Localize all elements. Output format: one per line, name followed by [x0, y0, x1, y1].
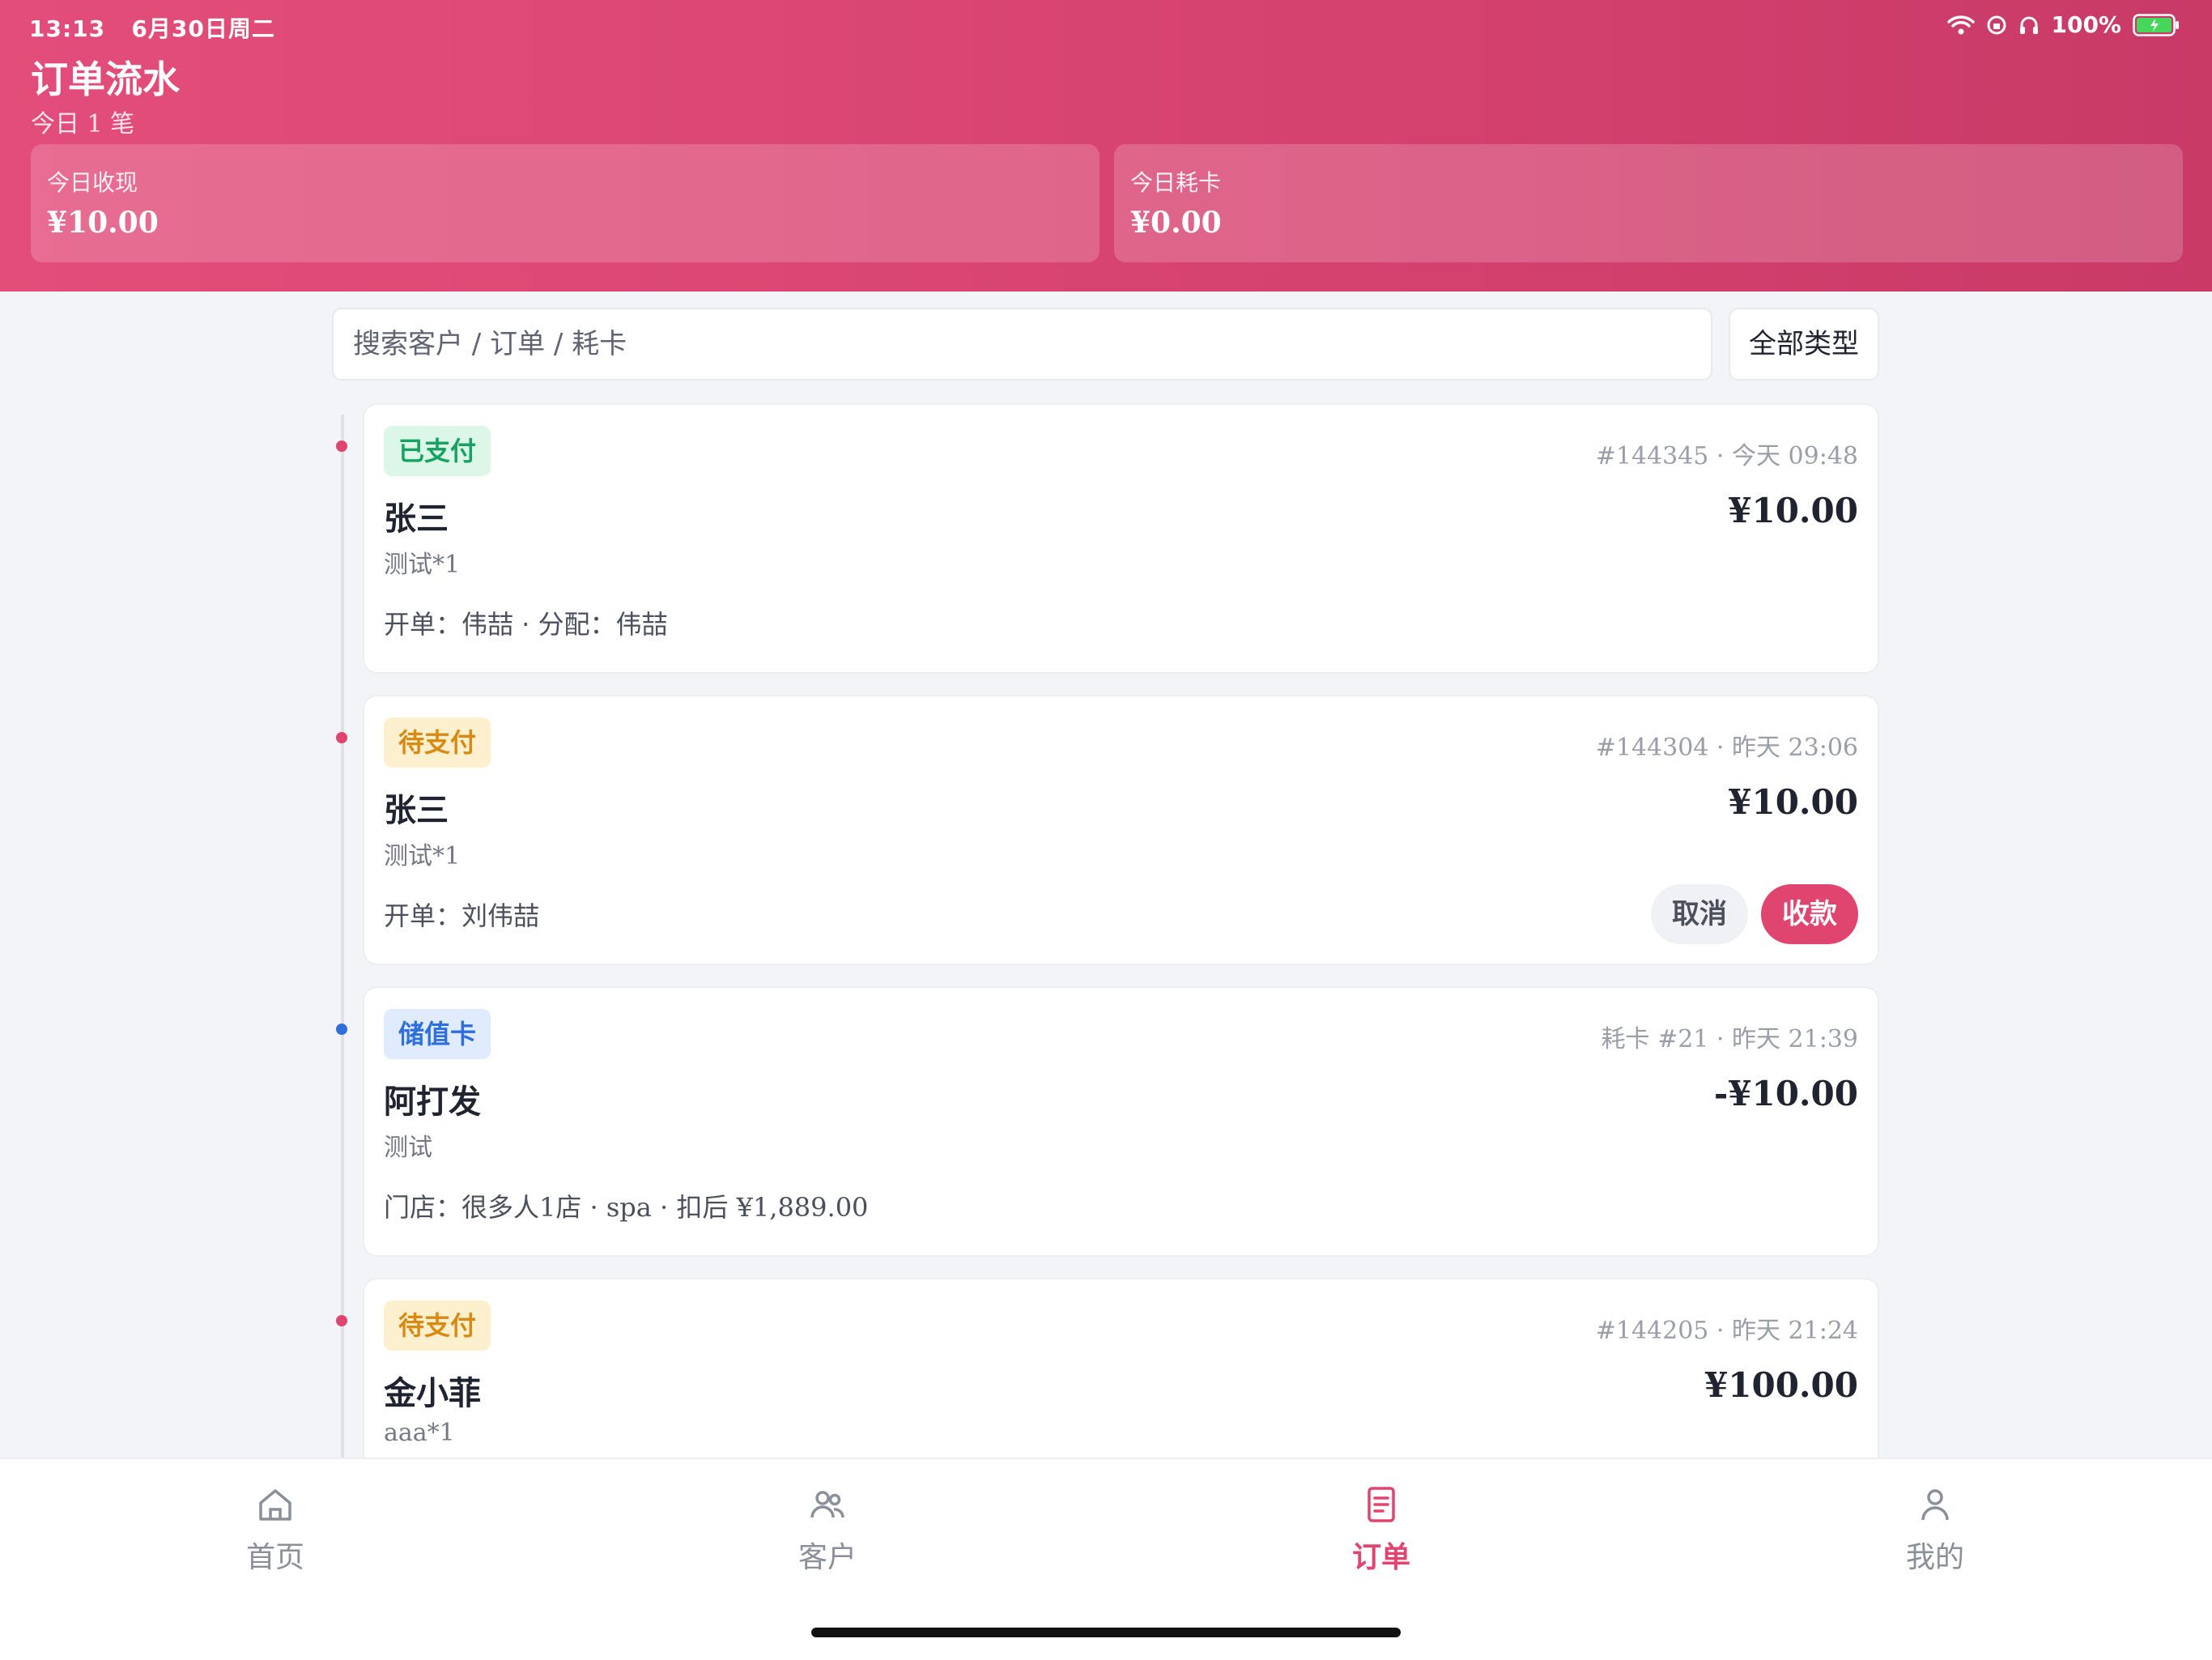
stat-label: 今日收现	[47, 169, 138, 196]
timeline-dot	[336, 441, 347, 452]
home-icon	[259, 1489, 291, 1521]
orientation-lock-icon	[1987, 15, 2006, 34]
status-time: 13:13	[29, 15, 106, 42]
status-badge: 待支付	[384, 1300, 491, 1351]
timeline-dot	[336, 732, 347, 743]
tab-label: 首页	[245, 1541, 304, 1574]
status-badge: 已支付	[384, 426, 491, 476]
order-meta: #144345 · 今天 09:48	[1595, 442, 1858, 470]
order-meta: #144304 · 昨天 23:06	[1595, 734, 1858, 762]
battery-percent: 100%	[2051, 11, 2121, 38]
tab-label: 订单	[1351, 1541, 1410, 1574]
timeline-line	[341, 415, 344, 1459]
status-badge: 待支付	[384, 717, 491, 768]
order-card[interactable]: 待支付 #144304 · 昨天 23:06 张三 ¥10.00 测试*1 开单…	[363, 695, 1879, 965]
customer-name: 张三	[384, 792, 449, 829]
wifi-icon	[1947, 15, 1976, 34]
type-filter-button[interactable]: 全部类型	[1729, 308, 1879, 381]
status-indicators: 100%	[1947, 11, 2180, 38]
battery-icon	[2133, 13, 2179, 36]
status-bar: 13:13 6月30日周二	[29, 11, 275, 44]
order-detail: 开单：刘伟喆	[384, 900, 540, 931]
order-item: 测试*1	[384, 842, 461, 870]
cancel-button[interactable]: 取消	[1651, 884, 1748, 944]
headphones-icon	[2020, 16, 2039, 34]
page-subtitle: 今日 1 笔	[31, 110, 135, 138]
customer-name: 金小菲	[384, 1375, 481, 1412]
customers-icon	[810, 1491, 844, 1518]
stat-value: ¥10.00	[47, 206, 159, 240]
header: 13:13 6月30日周二 100% 订单流水 今日 1 笔 今日收现 ¥10.…	[0, 0, 2212, 292]
order-detail: 门店：很多人1店 · spa · 扣后 ¥1,889.00	[384, 1192, 869, 1223]
tab-label: 我的	[1905, 1541, 1964, 1574]
order-card[interactable]: 储值卡 耗卡 #21 · 昨天 21:39 阿打发 -¥10.00 测试 门店：…	[363, 986, 1879, 1257]
order-meta: #144205 · 昨天 21:24	[1595, 1317, 1858, 1345]
tab-home[interactable]: 首页	[194, 1483, 356, 1576]
order-amount: ¥10.00	[1728, 782, 1858, 822]
tab-orders[interactable]: 订单	[1300, 1483, 1462, 1576]
profile-icon	[1921, 1489, 1949, 1521]
order-amount: ¥100.00	[1704, 1365, 1858, 1405]
collect-payment-button[interactable]: 收款	[1761, 884, 1858, 944]
search-input[interactable]: 搜索客户 / 订单 / 耗卡	[332, 308, 1712, 381]
order-amount: -¥10.00	[1713, 1074, 1858, 1113]
tab-customers[interactable]: 客户	[747, 1483, 908, 1576]
order-detail: 开单：伟喆 · 分配：伟喆	[384, 609, 668, 640]
order-amount: ¥10.00	[1728, 491, 1858, 530]
stat-card-card-usage: 今日耗卡 ¥0.00	[1114, 144, 2183, 262]
status-badge: 储值卡	[384, 1009, 491, 1059]
status-date: 6月30日周二	[131, 15, 275, 42]
timeline-dot	[336, 1315, 347, 1326]
order-item: 测试	[384, 1134, 432, 1162]
stat-value: ¥0.00	[1130, 206, 1222, 240]
order-card[interactable]: 已支付 #144345 · 今天 09:48 张三 ¥10.00 测试*1 开单…	[363, 403, 1879, 674]
timeline-dot	[336, 1024, 347, 1035]
stat-card-cash: 今日收现 ¥10.00	[31, 144, 1100, 262]
order-item: 测试*1	[384, 551, 461, 579]
tab-profile[interactable]: 我的	[1854, 1483, 2016, 1576]
page-title: 订单流水	[31, 57, 180, 101]
stat-label: 今日耗卡	[1130, 169, 1222, 196]
order-meta: 耗卡 #21 · 昨天 21:39	[1601, 1025, 1858, 1053]
order-item: aaa*1	[384, 1419, 455, 1447]
home-indicator	[811, 1628, 1401, 1637]
orders-icon	[1368, 1487, 1395, 1522]
customer-name: 张三	[384, 500, 449, 538]
customer-name: 阿打发	[384, 1083, 481, 1121]
tab-label: 客户	[798, 1541, 857, 1574]
